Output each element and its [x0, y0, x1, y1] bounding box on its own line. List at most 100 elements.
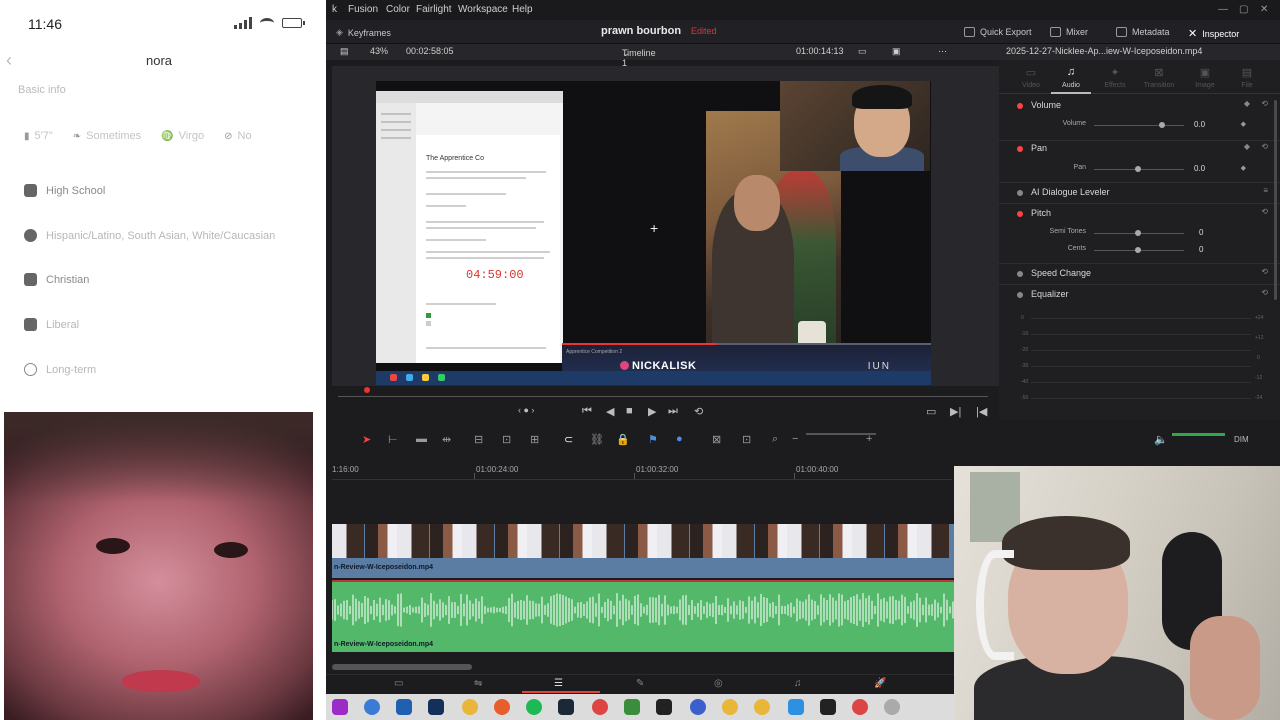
viewer-panel[interactable]: The Apprentice Co 04:59:00 + Apprentice …: [332, 66, 999, 386]
keyframe-icon[interactable]: ◆: [1244, 99, 1250, 108]
mixer-button[interactable]: Mixer: [1050, 27, 1088, 37]
menu-icon[interactable]: ≡: [1263, 186, 1268, 195]
menu-item-help[interactable]: Help: [512, 4, 533, 15]
zoom-level[interactable]: 43%: [370, 46, 388, 56]
enable-toggle-icon[interactable]: [1017, 211, 1023, 217]
reset-icon[interactable]: ⟲: [1261, 142, 1268, 151]
minimize-icon[interactable]: —: [1218, 4, 1228, 15]
playhead-marker[interactable]: [364, 387, 370, 393]
semi-tones-value[interactable]: 0: [1199, 228, 1203, 237]
reset-icon[interactable]: ⟲: [1261, 267, 1268, 276]
inspector-button[interactable]: ✕ Inspector: [1188, 27, 1239, 40]
tab-video[interactable]: Video: [1011, 82, 1051, 89]
keyframe-icon[interactable]: ◆: [1241, 120, 1246, 128]
skip-back-icon[interactable]: ⏮: [582, 405, 592, 418]
zoom-in-icon[interactable]: +: [866, 433, 872, 445]
layout-icon[interactable]: ▤: [340, 46, 349, 57]
maximize-icon[interactable]: ▢: [1239, 4, 1248, 15]
deliver-page-icon[interactable]: 🚀: [874, 678, 886, 689]
cents-value[interactable]: 0: [1199, 245, 1203, 254]
lock-icon[interactable]: 🔒: [616, 433, 630, 446]
viewer-frame[interactable]: The Apprentice Co 04:59:00 + Apprentice …: [376, 81, 931, 385]
video-track-clip[interactable]: n-Review-W-Iceposeidon.mp4: [332, 524, 954, 578]
reset-icon[interactable]: ⟲: [1261, 288, 1268, 297]
menu-item-workspace[interactable]: Workspace: [458, 4, 508, 15]
profile-photo[interactable]: [4, 412, 313, 720]
insert-clip-icon[interactable]: ⊟: [474, 433, 483, 446]
volume-meter-slider[interactable]: [1172, 433, 1225, 436]
tab-transition[interactable]: Transition: [1139, 82, 1179, 89]
cents-param[interactable]: Cents 0: [999, 243, 1280, 257]
volume-value[interactable]: 0.0: [1194, 120, 1205, 129]
fullscreen-icon[interactable]: ▭: [926, 405, 936, 418]
taskbar-app-icon[interactable]: [428, 699, 444, 715]
cut-page-icon[interactable]: ⇋: [474, 678, 482, 689]
pan-value[interactable]: 0.0: [1194, 164, 1205, 173]
audio-track-clip[interactable]: n-Review-W-Iceposeidon.mp4: [332, 580, 954, 652]
replace-clip-icon[interactable]: ⊞: [530, 433, 539, 446]
tab-file[interactable]: File: [1227, 82, 1267, 89]
menu-item-fusion[interactable]: Fusion: [348, 4, 378, 15]
selection-tool-icon[interactable]: ➤: [362, 433, 371, 446]
tab-image[interactable]: Image: [1185, 82, 1225, 89]
reset-icon[interactable]: ⟲: [1261, 207, 1268, 216]
cents-knob[interactable]: [1135, 247, 1141, 253]
taskbar-app-icon[interactable]: [852, 699, 868, 715]
enable-toggle-icon[interactable]: [1017, 190, 1023, 196]
tab-effects[interactable]: Effects: [1095, 82, 1135, 89]
semi-tones-param[interactable]: Semi Tones 0: [999, 226, 1280, 240]
speed-change-section[interactable]: Speed Change ⟲: [999, 264, 1280, 284]
menu-item-color[interactable]: Color: [386, 4, 410, 15]
viewer-mode-icon[interactable]: ▭: [858, 46, 867, 57]
enable-toggle-icon[interactable]: [1017, 271, 1023, 277]
inspector-scrollbar[interactable]: [1274, 100, 1277, 300]
display-icon[interactable]: ▣: [892, 46, 901, 57]
volume-param[interactable]: Volume 0.0 ◆: [999, 118, 1280, 132]
taskbar-app-icon[interactable]: [364, 699, 380, 715]
metadata-button[interactable]: Metadata: [1116, 27, 1170, 37]
taskbar-app-icon[interactable]: [396, 699, 412, 715]
enable-toggle-icon[interactable]: [1017, 103, 1023, 109]
taskbar-app-icon[interactable]: [656, 699, 672, 715]
snapping-icon[interactable]: ⊂: [564, 433, 573, 446]
menu-item-edit-partial[interactable]: k: [332, 4, 337, 15]
chrome-icon[interactable]: [754, 699, 770, 715]
jog-icon[interactable]: ‹ ● ›: [518, 405, 534, 415]
equalizer-section[interactable]: Equalizer ⟲: [999, 285, 1280, 305]
edit-page-icon[interactable]: ☰: [554, 678, 563, 689]
pitch-section[interactable]: Pitch ⟲: [999, 204, 1280, 224]
timeline-ruler[interactable]: 1:16:00 01:00:24:00 01:00:32:00 01:00:40…: [332, 460, 952, 480]
media-page-icon[interactable]: ▭: [394, 678, 403, 689]
overwrite-clip-icon[interactable]: ⊡: [502, 433, 511, 446]
taskbar-app-icon[interactable]: [820, 699, 836, 715]
enable-toggle-icon[interactable]: [1017, 146, 1023, 152]
taskbar-app-icon[interactable]: [884, 699, 900, 715]
volume-slider[interactable]: [1094, 125, 1184, 126]
play-reverse-icon[interactable]: ◀: [606, 405, 614, 418]
prev-clip-icon[interactable]: |◀: [976, 405, 987, 418]
loop-icon[interactable]: ⟲: [694, 405, 703, 418]
steam-icon[interactable]: [558, 699, 574, 715]
volume-slider-knob[interactable]: [1159, 122, 1165, 128]
reset-icon[interactable]: ⟲: [1261, 99, 1268, 108]
flag-icon[interactable]: ⚑: [648, 433, 658, 446]
tab-audio[interactable]: Audio: [1051, 82, 1091, 89]
menu-item-fairlight[interactable]: Fairlight: [416, 4, 452, 15]
more-icon[interactable]: ⋯: [938, 46, 947, 57]
taskbar-app-icon[interactable]: [494, 699, 510, 715]
keyframe-icon[interactable]: ◆: [1241, 164, 1246, 172]
taskbar-app-icon[interactable]: [624, 699, 640, 715]
color-page-icon[interactable]: ◎: [714, 678, 723, 689]
volume-section[interactable]: Volume ◆ ⟲: [999, 96, 1280, 116]
spotify-icon[interactable]: [526, 699, 542, 715]
quick-export-button[interactable]: Quick Export: [964, 27, 1032, 37]
ai-dialogue-leveler-section[interactable]: AI Dialogue Leveler ≡: [999, 183, 1280, 203]
taskbar-app-icon[interactable]: [332, 699, 348, 715]
timeline-scrollbar[interactable]: [332, 664, 472, 670]
fairlight-page-icon[interactable]: ♫: [794, 678, 802, 689]
zoom-detail-icon[interactable]: ⊡: [742, 433, 751, 446]
zoom-full-icon[interactable]: ⊠: [712, 433, 721, 446]
taskbar-app-icon[interactable]: [788, 699, 804, 715]
trim-tool-icon[interactable]: ⊢: [388, 433, 398, 446]
close-icon[interactable]: ✕: [1260, 4, 1268, 15]
